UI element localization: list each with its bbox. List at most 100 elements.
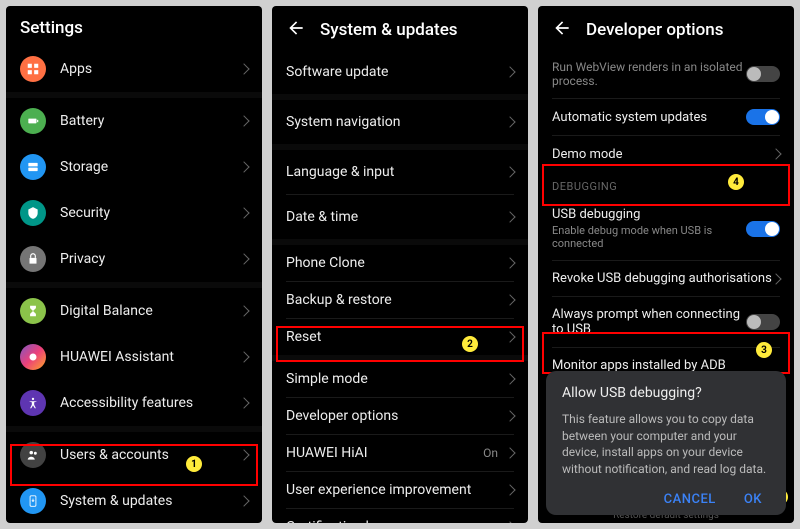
label: Apps [60, 61, 240, 77]
ok-button[interactable]: OK [744, 492, 762, 507]
row-apps[interactable]: Apps [6, 46, 262, 92]
row-users-accounts[interactable]: Users & accounts [6, 432, 262, 478]
battery-icon [20, 108, 46, 134]
chevron-right-icon [504, 66, 515, 77]
row-phone-clone[interactable]: Phone Clone [272, 245, 528, 281]
row-simple-mode[interactable]: Simple mode [272, 361, 528, 397]
row-auto-updates[interactable]: Automatic system updates [538, 99, 794, 135]
chevron-right-icon [770, 273, 781, 284]
label: Digital Balance [60, 303, 240, 319]
apps-icon [20, 56, 46, 82]
row-digital-balance[interactable]: Digital Balance [6, 288, 262, 334]
developer-options-panel: Developer options Run WebView renders in… [538, 6, 794, 523]
row-always-prompt[interactable]: Always prompt when connecting to USB [538, 297, 794, 347]
label: HUAWEI Assistant [60, 349, 240, 365]
chevron-right-icon [238, 495, 249, 506]
shield-icon [20, 200, 46, 226]
chevron-right-icon [238, 351, 249, 362]
users-icon [20, 442, 46, 468]
step-badge-1: 1 [186, 456, 202, 472]
row-security[interactable]: Security [6, 190, 262, 236]
chevron-right-icon [238, 449, 249, 460]
toggle[interactable] [746, 66, 780, 82]
section-debugging: DEBUGGING [538, 172, 794, 197]
settings-panel: Settings Apps Battery Storage Security P… [6, 6, 262, 523]
label: Accessibility features [60, 395, 240, 411]
chevron-right-icon [238, 397, 249, 408]
chevron-right-icon [770, 148, 781, 159]
label: Security [60, 205, 240, 221]
list[interactable]: Software update System navigation Langua… [272, 50, 528, 523]
row-user-experience[interactable]: User experience improvement [272, 472, 528, 508]
dialog-body: This feature allows you to copy data bet… [562, 411, 770, 478]
dialog-title: Allow USB debugging? [562, 385, 770, 401]
accessibility-icon [20, 390, 46, 416]
chevron-right-icon [238, 207, 249, 218]
chevron-right-icon [504, 116, 515, 127]
row-system-updates[interactable]: System & updates [6, 478, 262, 523]
row-demo-mode[interactable]: Demo mode [538, 136, 794, 172]
step-badge-4: 4 [728, 174, 744, 190]
storage-icon [20, 154, 46, 180]
chevron-right-icon [504, 166, 515, 177]
row-backup-restore[interactable]: Backup & restore [272, 282, 528, 318]
row-accessibility[interactable]: Accessibility features [6, 380, 262, 426]
header: Settings [6, 6, 262, 46]
step-badge-2: 2 [462, 336, 478, 352]
row-language-input[interactable]: Language & input [272, 150, 528, 194]
label: Privacy [60, 251, 240, 267]
chevron-right-icon [504, 484, 515, 495]
row-battery[interactable]: Battery [6, 98, 262, 144]
cancel-button[interactable]: CANCEL [664, 492, 716, 507]
label: System & updates [60, 493, 240, 509]
row-huawei-hiai[interactable]: HUAWEI HiAIOn [272, 435, 528, 471]
header: Developer options [538, 6, 794, 50]
row-storage[interactable]: Storage [6, 144, 262, 190]
row-developer-options[interactable]: Developer options [272, 398, 528, 434]
value: On [483, 446, 498, 460]
label: Storage [60, 159, 240, 175]
label: Users & accounts [60, 447, 240, 463]
page-title: Settings [20, 18, 83, 38]
assistant-icon [20, 344, 46, 370]
row-privacy[interactable]: Privacy [6, 236, 262, 282]
chevron-right-icon [504, 447, 515, 458]
row-huawei-assistant[interactable]: HUAWEI Assistant [6, 334, 262, 380]
usb-debugging-dialog: Allow USB debugging? This feature allows… [546, 371, 786, 515]
header: System & updates [272, 6, 528, 50]
toggle[interactable] [746, 109, 780, 125]
back-button[interactable] [552, 18, 572, 42]
step-badge-3: 3 [756, 342, 772, 358]
row-date-time[interactable]: Date & time [272, 195, 528, 239]
row-webview-isolated[interactable]: Run WebView renders in an isolated proce… [538, 50, 794, 98]
chevron-right-icon [238, 161, 249, 172]
hourglass-icon [20, 298, 46, 324]
chevron-right-icon [504, 521, 515, 523]
toggle[interactable] [746, 221, 780, 237]
row-system-navigation[interactable]: System navigation [272, 100, 528, 144]
chevron-right-icon [238, 63, 249, 74]
chevron-right-icon [238, 115, 249, 126]
chevron-right-icon [504, 211, 515, 222]
row-certification-logos[interactable]: Certification logos [272, 509, 528, 523]
lock-icon [20, 246, 46, 272]
row-usb-debugging[interactable]: USB debuggingEnable debug mode when USB … [538, 197, 794, 260]
row-software-update[interactable]: Software update [272, 50, 528, 94]
back-button[interactable] [286, 18, 306, 42]
toggle[interactable] [746, 314, 780, 330]
chevron-right-icon [504, 410, 515, 421]
chevron-right-icon [504, 331, 515, 342]
row-revoke-usb[interactable]: Revoke USB debugging authorisations [538, 261, 794, 296]
chevron-right-icon [238, 253, 249, 264]
page-title: Developer options [586, 20, 723, 40]
chevron-right-icon [504, 373, 515, 384]
label: Battery [60, 113, 240, 129]
page-title: System & updates [320, 20, 458, 40]
chevron-right-icon [504, 257, 515, 268]
settings-list[interactable]: Apps Battery Storage Security Privacy Di… [6, 46, 262, 523]
chevron-right-icon [504, 294, 515, 305]
system-updates-panel: System & updates Software update System … [272, 6, 528, 523]
chevron-right-icon [238, 305, 249, 316]
row-reset[interactable]: Reset [272, 319, 528, 355]
system-updates-icon [20, 488, 46, 514]
